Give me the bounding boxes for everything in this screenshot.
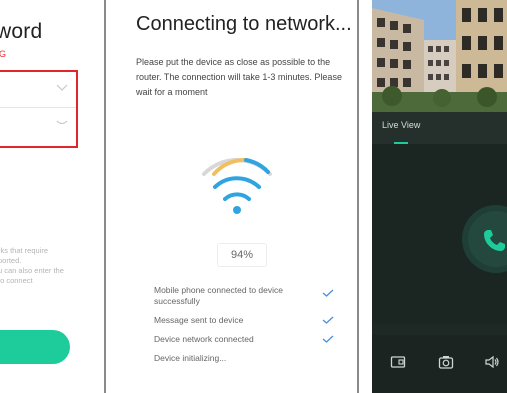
note-line: ported.	[0, 256, 22, 265]
chevron-down-icon[interactable]	[56, 84, 68, 92]
wifi-note: rks that require ported. u can also ente…	[0, 246, 98, 286]
divider	[104, 0, 106, 393]
camera-icon[interactable]	[438, 354, 454, 370]
app-screens: word G rks that require ported. u can al…	[0, 0, 507, 393]
building-scene	[372, 0, 507, 112]
eye-closed-icon[interactable]	[56, 119, 68, 127]
credentials-box	[0, 70, 78, 148]
error-hint: G	[0, 49, 7, 59]
step-label: Device network connected	[154, 334, 254, 344]
step-item: Device network connected	[154, 334, 334, 345]
step-label: Device initializing...	[154, 353, 227, 363]
password-screen: word G rks that require ported. u can al…	[0, 0, 100, 393]
instruction-text: Please put the device as close as possib…	[136, 57, 342, 97]
note-line: to connect	[0, 276, 33, 285]
live-view-screen: Live View	[372, 0, 507, 393]
password-field[interactable]	[0, 109, 76, 143]
page-title: word	[0, 20, 43, 43]
phone-icon	[484, 230, 505, 251]
connecting-screen: Connecting to network... Please put the …	[122, 0, 357, 393]
page-title: Connecting to network...	[136, 13, 352, 35]
progress-percent: 94%	[217, 243, 267, 267]
step-item: Message sent to device	[154, 315, 334, 326]
check-icon	[322, 316, 334, 324]
step-item: Mobile phone connected to device success…	[154, 285, 334, 307]
next-button[interactable]	[0, 330, 70, 364]
speaker-icon[interactable]	[484, 354, 500, 370]
wifi-name-field[interactable]	[0, 74, 76, 108]
tab-live-view[interactable]: Live View	[382, 120, 420, 130]
note-line: rks that require	[0, 246, 49, 255]
step-label: Message sent to device	[154, 315, 244, 325]
connection-steps: Mobile phone connected to device success…	[154, 285, 334, 372]
step-item: Device initializing...	[154, 353, 334, 364]
check-icon	[322, 289, 334, 297]
record-icon[interactable]	[390, 354, 406, 370]
divider	[357, 0, 359, 393]
note-line: u can also enter the	[0, 266, 64, 275]
wifi-icon	[202, 157, 272, 214]
check-icon	[322, 335, 334, 343]
tab-bar: Live View	[372, 112, 507, 144]
step-label: Mobile phone connected to device success…	[154, 285, 284, 306]
answer-call-inner	[468, 211, 507, 267]
live-video-feed[interactable]	[372, 0, 507, 112]
